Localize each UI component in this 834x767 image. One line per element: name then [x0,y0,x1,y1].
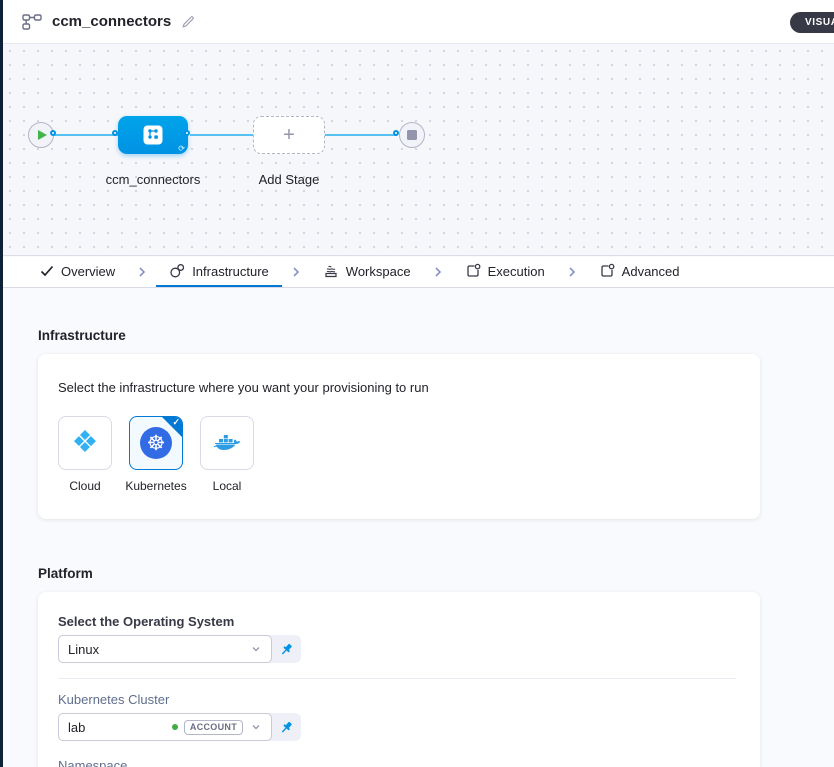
stage-status-icon: ⟳ [178,144,185,153]
chevron-right-icon [558,257,586,287]
cluster-runtime-pin-button[interactable] [272,713,301,741]
infrastructure-heading: Infrastructure [38,328,834,343]
connector-line [325,134,397,136]
stop-icon [407,130,417,140]
kubernetes-option-label: Kubernetes [125,479,186,493]
tab-infrastructure[interactable]: Infrastructure [156,257,282,287]
connector-line [190,134,253,136]
cloud-icon: ❖ [72,428,99,458]
os-runtime-pin-button[interactable] [272,635,301,663]
visual-yaml-toggle[interactable]: VISUAL [790,12,834,33]
cluster-select[interactable]: lab ACCOUNT [58,713,272,741]
tab-label: Overview [61,264,115,279]
os-select-value: Linux [68,642,250,657]
play-icon [38,130,47,140]
tab-label: Workspace [346,264,411,279]
stage-label: ccm_connectors [97,172,209,187]
advanced-icon [599,263,615,279]
chevron-right-icon [282,257,310,287]
os-select[interactable]: Linux [58,635,272,663]
add-stage-button[interactable]: + [253,116,325,154]
connector-dot [112,130,118,136]
docker-icon [212,431,242,455]
edit-pencil-icon[interactable] [181,14,196,29]
connector-line [54,134,120,136]
platform-card: Select the Operating System Linux K [38,592,760,767]
pipeline-end-node[interactable] [399,122,425,148]
os-field-label: Select the Operating System [58,614,740,629]
chevron-right-icon [128,257,156,287]
pipeline-header: ccm_connectors VISUAL [3,0,834,44]
tab-label: Infrastructure [192,264,269,279]
pipeline-icon [22,13,42,31]
workspace-icon [323,263,339,279]
stage-tabbar: Overview Infrastructure Workspace [3,257,834,288]
tab-label: Advanced [622,264,680,279]
namespace-field-label: Namespace [58,758,740,767]
local-option-label: Local [213,479,242,493]
tab-overview[interactable]: Overview [27,257,128,287]
connectivity-status-dot [172,724,178,730]
check-icon [40,265,54,277]
stage-config-panel: Infrastructure Select the infrastructure… [3,289,834,767]
infra-option-local: Local [200,416,254,493]
cloud-option-card[interactable]: ❖ [58,416,112,470]
execution-icon [465,263,481,279]
infrastructure-description: Select the infrastructure where you want… [58,380,740,395]
collapsed-nav-edge [0,0,3,767]
stage-node-ccm-connectors[interactable]: ⟳ [118,116,188,154]
kubernetes-option-card[interactable]: ☸ ✓ [129,416,183,470]
infra-option-cloud: ❖ Cloud [58,416,112,493]
pipeline-canvas[interactable]: ⟳ + ccm_connectors Add Stage [3,44,834,256]
tab-workspace[interactable]: Workspace [310,257,424,287]
os-select-group: Linux [58,635,301,663]
plus-icon: + [283,124,295,147]
stage-type-icon [142,124,164,146]
tab-execution[interactable]: Execution [452,257,558,287]
local-option-card[interactable] [200,416,254,470]
selected-check-icon: ✓ [172,417,180,428]
add-stage-label: Add Stage [249,172,329,187]
pipeline-title: ccm_connectors [52,13,171,30]
cluster-select-group: lab ACCOUNT [58,713,301,741]
cloud-option-label: Cloud [69,479,100,493]
cluster-field-label: Kubernetes Cluster [58,692,740,707]
chevron-down-icon [250,721,262,733]
infrastructure-icon [169,263,185,279]
infrastructure-card: Select the infrastructure where you want… [38,354,760,519]
chevron-right-icon [424,257,452,287]
connector-dot [50,130,56,136]
tab-advanced[interactable]: Advanced [586,257,693,287]
field-divider [58,678,736,679]
tab-label: Execution [488,264,545,279]
infra-option-kubernetes: ☸ ✓ Kubernetes [129,416,183,493]
cluster-select-value: lab [68,720,172,735]
platform-heading: Platform [38,566,834,581]
infrastructure-options: ❖ Cloud ☸ ✓ Kubernetes [58,416,740,493]
chevron-down-icon [250,643,262,655]
scope-badge: ACCOUNT [184,720,243,735]
